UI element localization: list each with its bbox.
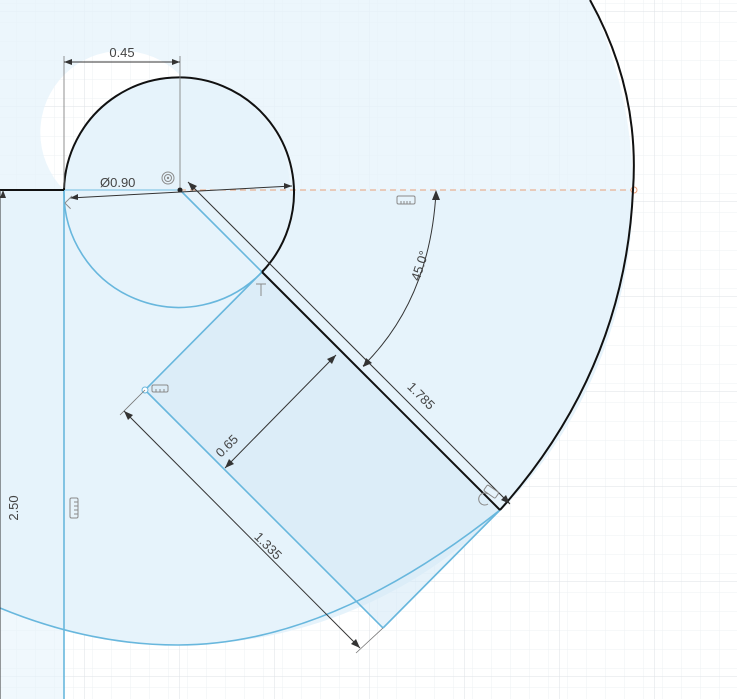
left-strip-region[interactable] (0, 190, 64, 699)
dim-250-label[interactable]: 2.50 (6, 495, 21, 520)
sketch-canvas[interactable]: 0.45 Ø0.90 45.0° 1.785 0.65 1.335 2.50 (0, 0, 737, 699)
dim-045-label[interactable]: 0.45 (109, 45, 134, 60)
dim-diameter-label[interactable]: Ø0.90 (100, 175, 135, 190)
